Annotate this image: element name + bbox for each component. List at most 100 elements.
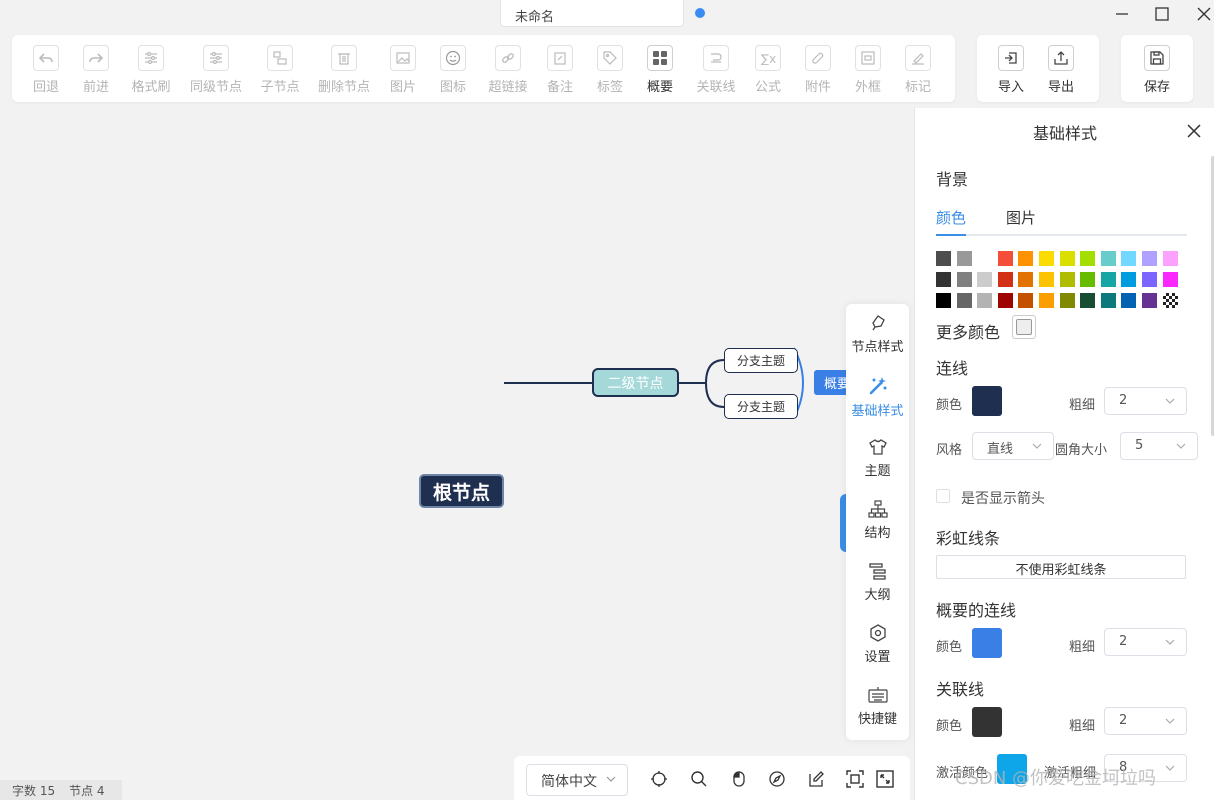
color-swatch[interactable] — [1100, 293, 1116, 308]
association-color-swatch[interactable] — [972, 707, 1002, 737]
sidemenu-node-style[interactable]: 节点样式 — [846, 314, 909, 355]
color-swatch[interactable] — [1162, 272, 1178, 287]
color-swatch[interactable] — [1100, 272, 1116, 287]
sidemenu-shortcuts[interactable]: 快捷键 — [846, 686, 909, 727]
delete-node-button[interactable]: 删除节点 — [314, 45, 374, 95]
color-swatch[interactable] — [1059, 251, 1075, 266]
tab-color[interactable]: 颜色 — [936, 207, 966, 228]
color-swatch[interactable] — [1080, 293, 1096, 308]
tab-image[interactable]: 图片 — [1006, 207, 1036, 228]
locate-icon[interactable] — [650, 770, 668, 788]
rainbow-line-button[interactable]: 不使用彩虹线条 — [936, 555, 1186, 579]
summary-node[interactable]: 概要 — [814, 370, 850, 395]
show-arrow-label: 是否显示箭头 — [961, 491, 1045, 507]
fit-view-icon[interactable] — [846, 770, 864, 788]
sidemenu-structure[interactable]: 结构 — [846, 500, 909, 541]
compass-icon[interactable] — [768, 770, 786, 788]
color-swatch[interactable] — [1039, 251, 1054, 266]
child-node-button[interactable]: 子节点 — [250, 45, 310, 95]
emoji-icon — [440, 45, 466, 71]
summary-button[interactable]: 概要 — [630, 45, 690, 95]
mouse-icon[interactable] — [730, 770, 748, 788]
chevron-down-icon — [1164, 395, 1176, 407]
color-swatch[interactable] — [1080, 251, 1096, 266]
color-swatch[interactable] — [936, 272, 951, 287]
format-painter-button[interactable]: 格式刷 — [121, 45, 181, 95]
color-swatch[interactable] — [1080, 272, 1096, 287]
search-icon[interactable] — [690, 770, 708, 788]
color-swatch[interactable] — [936, 251, 951, 266]
color-swatch[interactable] — [1121, 251, 1137, 266]
more-colors-button[interactable] — [1012, 315, 1036, 339]
sidemenu-outline[interactable]: 大纲 — [846, 562, 909, 603]
branch-topic-node[interactable]: 分支主题 — [724, 394, 798, 419]
sidemenu-theme[interactable]: 主题 — [846, 438, 909, 479]
summary-line-color-swatch[interactable] — [972, 628, 1002, 658]
fullscreen-icon[interactable] — [876, 770, 894, 788]
line-width-select[interactable]: 2 — [1104, 387, 1187, 415]
branch-topic-node[interactable]: 分支主题 — [724, 348, 798, 373]
color-swatch[interactable] — [1142, 251, 1157, 266]
color-swatch[interactable] — [1121, 293, 1137, 308]
color-swatch[interactable] — [1162, 251, 1178, 266]
color-swatch[interactable] — [1039, 293, 1054, 308]
color-swatch[interactable] — [1018, 272, 1034, 287]
color-swatch[interactable] — [977, 293, 993, 308]
color-swatch[interactable] — [1059, 293, 1075, 308]
color-swatch[interactable] — [1142, 272, 1157, 287]
second-level-node[interactable]: 二级节点 — [592, 368, 679, 397]
save-button[interactable]: 保存 — [1127, 45, 1187, 95]
export-icon — [1048, 45, 1074, 71]
import-icon — [998, 45, 1024, 71]
color-swatch[interactable] — [936, 293, 951, 308]
redo-button[interactable]: 前进 — [66, 45, 126, 95]
maximize-icon[interactable] — [1152, 4, 1172, 24]
color-swatch[interactable] — [977, 251, 993, 266]
color-swatch[interactable] — [997, 272, 1013, 287]
note-icon — [547, 45, 573, 71]
redo-icon — [83, 45, 109, 71]
color-swatch[interactable] — [997, 251, 1013, 266]
mark-button[interactable]: 标记 — [888, 45, 948, 95]
color-swatch[interactable] — [1059, 272, 1075, 287]
line-color-swatch[interactable] — [972, 386, 1002, 416]
minimize-icon[interactable] — [1112, 4, 1132, 24]
summary-line-width-select[interactable]: 2 — [1104, 628, 1187, 656]
corner-radius-select[interactable]: 5 — [1120, 432, 1198, 460]
color-swatch[interactable] — [1018, 293, 1034, 308]
export-button[interactable]: 导出 — [1031, 45, 1091, 95]
sidemenu-settings[interactable]: 设置 — [846, 624, 909, 665]
edit-icon[interactable] — [808, 770, 826, 788]
close-icon[interactable] — [1185, 122, 1203, 140]
sidemenu-base-style[interactable]: 基础样式 — [846, 376, 909, 419]
chevron-down-icon — [1175, 440, 1187, 452]
color-swatch[interactable] — [997, 293, 1013, 308]
color-swatch[interactable] — [1121, 272, 1137, 287]
document-tab[interactable]: 未命名 — [500, 0, 684, 27]
main-toolbar: 回退 前进 格式刷 同级节点 子节点 删除节点 图片 图标 超链接 备注 标签 — [12, 35, 955, 102]
association-line-button[interactable]: 关联线 — [686, 45, 746, 95]
color-swatch[interactable] — [956, 272, 972, 287]
language-select[interactable]: 简体中文 — [526, 764, 628, 796]
color-swatch[interactable] — [1162, 293, 1178, 308]
undo-icon — [33, 45, 59, 71]
association-section-title: 关联线 — [936, 680, 985, 699]
color-swatch[interactable] — [1039, 272, 1054, 287]
node-style-icon — [869, 314, 887, 332]
association-width-select[interactable]: 2 — [1104, 707, 1187, 735]
color-swatch[interactable] — [1100, 251, 1116, 266]
structure-icon — [867, 500, 888, 518]
show-arrow-checkbox[interactable] — [936, 489, 950, 503]
color-swatch[interactable] — [977, 272, 993, 287]
line-style-select[interactable]: 直线 — [972, 432, 1054, 460]
root-node[interactable]: 根节点 — [419, 474, 504, 508]
color-swatch[interactable] — [956, 251, 972, 266]
color-swatch[interactable] — [1018, 251, 1034, 266]
color-swatch[interactable] — [956, 293, 972, 308]
mindmap-canvas[interactable]: 根节点 二级节点 分支主题 分支主题 概要 — [0, 108, 914, 800]
hyperlink-button[interactable]: 超链接 — [478, 45, 538, 95]
color-swatch[interactable] — [1142, 293, 1157, 308]
sibling-node-button[interactable]: 同级节点 — [186, 45, 246, 95]
icon-button[interactable]: 图标 — [423, 45, 483, 95]
close-window-icon[interactable] — [1194, 4, 1214, 24]
